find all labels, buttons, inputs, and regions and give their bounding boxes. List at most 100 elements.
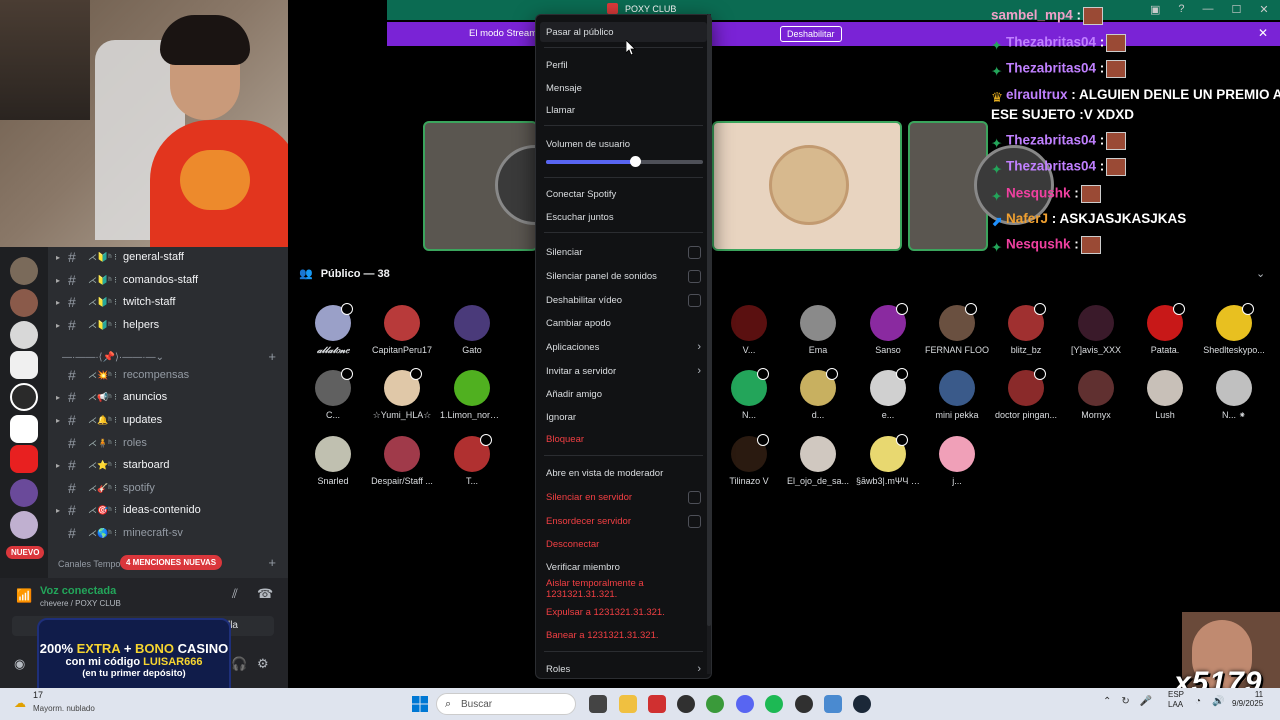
audience-member[interactable]: d... xyxy=(786,368,850,420)
audience-member[interactable]: Gato xyxy=(440,305,504,355)
audience-member[interactable]: El_ojo_de_sa... xyxy=(786,436,850,486)
chrome-icon[interactable] xyxy=(706,695,724,713)
audience-member[interactable]: 1.Limon_norm... xyxy=(440,370,504,420)
mute-soundboard-checkbox[interactable] xyxy=(688,269,701,283)
app-icon[interactable] xyxy=(677,695,695,713)
channel-item[interactable]: ▸ # ⋌🔔ʰ ⁝ updates xyxy=(56,410,162,430)
message-item[interactable]: Mensaje xyxy=(546,78,701,98)
language-indicator[interactable]: ESP LAA xyxy=(1168,690,1184,710)
server-icon[interactable] xyxy=(10,383,38,411)
category-label[interactable]: Canales Tempo xyxy=(58,559,120,569)
scrollbar-thumb[interactable] xyxy=(707,14,711,626)
server-icon[interactable] xyxy=(10,511,38,539)
speaker-icon[interactable]: 🔊 xyxy=(1212,696,1224,707)
windows-start-icon[interactable] xyxy=(412,696,428,712)
headphones-icon[interactable]: 🎧 xyxy=(231,656,247,672)
menu-scrollbar[interactable] xyxy=(707,14,711,674)
profile-item[interactable]: Perfil xyxy=(546,55,701,75)
channel-item[interactable]: # ⋌🧍ʰ ⁝ roles xyxy=(56,433,147,453)
clock[interactable]: 11 9/9/2025 xyxy=(1232,690,1263,708)
disconnect-icon[interactable]: ☎ xyxy=(257,586,273,602)
roles-item[interactable]: Roles › xyxy=(546,659,701,679)
speaker-tile[interactable] xyxy=(712,121,902,251)
audience-member[interactable]: e... xyxy=(856,368,920,420)
audience-member[interactable]: Despair/Staff ... xyxy=(370,436,434,486)
ban-item[interactable]: Banear a 1231321.31.321. xyxy=(546,625,701,645)
channel-item[interactable]: ▸ # ⋌⭐ʰ ⁝ starboard xyxy=(56,455,170,475)
audience-member[interactable]: CapitanPeru17 xyxy=(370,305,434,355)
wifi-icon[interactable]: ◔ xyxy=(1195,696,1201,707)
minimize-button[interactable]: — xyxy=(1203,3,1214,19)
discord-icon[interactable] xyxy=(736,695,754,713)
server-icon[interactable] xyxy=(10,351,38,379)
moderator-view-item[interactable]: Abre en vista de moderador xyxy=(546,463,701,483)
audience-member[interactable]: N... xyxy=(717,368,781,420)
speaker-tile[interactable] xyxy=(908,121,1054,251)
audience-member[interactable]: N... ⁕ xyxy=(1202,370,1266,421)
inbox-icon[interactable]: ▣ xyxy=(1150,3,1160,19)
server-icon[interactable] xyxy=(10,415,38,443)
mute-soundboard-item[interactable]: Silenciar panel de sonidos xyxy=(546,266,701,286)
server-deafen-item[interactable]: Ensordecer servidor xyxy=(546,511,701,531)
audience-member[interactable]: V... xyxy=(717,305,781,355)
microphone-icon[interactable]: 🎤 xyxy=(1140,696,1152,707)
audience-member[interactable]: Lush xyxy=(1133,370,1197,420)
audience-member[interactable]: [Y]avis_XXX xyxy=(1064,305,1128,355)
connect-spotify-item[interactable]: Conectar Spotify xyxy=(546,184,701,204)
server-icon[interactable] xyxy=(10,445,38,473)
audience-member[interactable]: FERNAN FLOO xyxy=(925,303,989,355)
kick-item[interactable]: Expulsar a 1231321.31.321. xyxy=(546,602,701,622)
chevron-up-icon[interactable]: ⌃ xyxy=(1103,696,1111,707)
avatar[interactable]: ◉ xyxy=(14,656,25,672)
ignore-item[interactable]: Ignorar xyxy=(546,407,701,427)
change-nickname-item[interactable]: Cambiar apodo xyxy=(546,313,701,333)
channel-item[interactable]: ▸ # ⋌🔰ʰ ⁝ helpers xyxy=(56,315,159,335)
add-friend-item[interactable]: Añadir amigo xyxy=(546,384,701,404)
server-mute-checkbox[interactable] xyxy=(688,490,701,504)
audience-member[interactable]: Tilinazo V xyxy=(717,434,781,486)
channel-item[interactable]: ▸ # ⋌🎯ʰ ⁝ ideas-contenido xyxy=(56,500,201,520)
signal-icon[interactable]: 📶 xyxy=(16,588,32,604)
audience-member[interactable]: Shedlteskypo... xyxy=(1202,303,1266,355)
audience-member[interactable]: C... xyxy=(301,368,365,420)
audience-member[interactable]: Mornyx xyxy=(1064,370,1128,420)
move-to-audience-item[interactable]: Pasar al público xyxy=(540,22,707,42)
close-window-button[interactable]: ✕ xyxy=(1259,3,1268,19)
task-view-icon[interactable] xyxy=(589,695,607,713)
app-icon[interactable] xyxy=(648,695,666,713)
new-mentions-badge[interactable]: 4 MENCIONES NUEVAS xyxy=(120,555,223,570)
server-icon[interactable] xyxy=(10,479,38,507)
timeout-item[interactable]: Aislar temporalmente a 1231321.31.321. xyxy=(546,578,701,600)
audience-member[interactable]: doctor pingan... xyxy=(994,368,1058,420)
audience-member[interactable]: Snarled xyxy=(301,436,365,486)
disconnect-item[interactable]: Desconectar xyxy=(546,534,701,554)
audience-member[interactable]: ☆Yumi_HLA☆ xyxy=(370,368,434,421)
audience-header[interactable]: 👥 Público — 38 xyxy=(299,267,390,281)
user-volume-slider[interactable] xyxy=(546,156,703,167)
call-item[interactable]: Llamar xyxy=(546,100,701,120)
help-icon[interactable]: ? xyxy=(1178,3,1184,19)
audience-member[interactable]: Ema xyxy=(786,305,850,355)
audience-member[interactable]: Sanso xyxy=(856,303,920,355)
server-mute-item[interactable]: Silenciar en servidor xyxy=(546,487,701,507)
noise-suppression-icon[interactable]: ⫽ xyxy=(232,586,238,602)
channel-item[interactable]: ▸ # ⋌🔰ʰ ⁝ comandos-staff xyxy=(56,270,198,290)
server-icon[interactable] xyxy=(10,321,38,349)
mute-item[interactable]: Silenciar xyxy=(546,242,701,262)
disable-stream-mode-button[interactable]: Deshabilitar xyxy=(780,26,842,42)
server-deafen-checkbox[interactable] xyxy=(688,514,701,528)
apps-item[interactable]: Aplicaciones › xyxy=(546,337,701,357)
channel-item[interactable]: # ⋌🌎ʰ ⁝ minecraft-sv xyxy=(56,523,183,543)
audience-member[interactable]: j... xyxy=(925,436,989,486)
invite-to-server-item[interactable]: Invitar a servidor › xyxy=(546,361,701,381)
channel-item[interactable]: ▸ # ⋌🔰ʰ ⁝ twitch-staff xyxy=(56,292,175,312)
voice-channel-name[interactable]: chevere / POXY CLUB xyxy=(40,599,121,608)
spotify-icon[interactable] xyxy=(765,695,783,713)
add-channel-icon[interactable]: + xyxy=(268,555,276,570)
chevron-down-icon[interactable]: ⌄ xyxy=(1256,267,1265,280)
weather-temp[interactable]: 17 xyxy=(33,690,43,700)
obs-icon[interactable] xyxy=(795,695,813,713)
audience-member[interactable]: blitz_bz xyxy=(994,303,1058,355)
verify-member-item[interactable]: Verificar miembro xyxy=(546,557,701,577)
weather-desc[interactable]: Mayorm. nublado xyxy=(33,704,95,713)
